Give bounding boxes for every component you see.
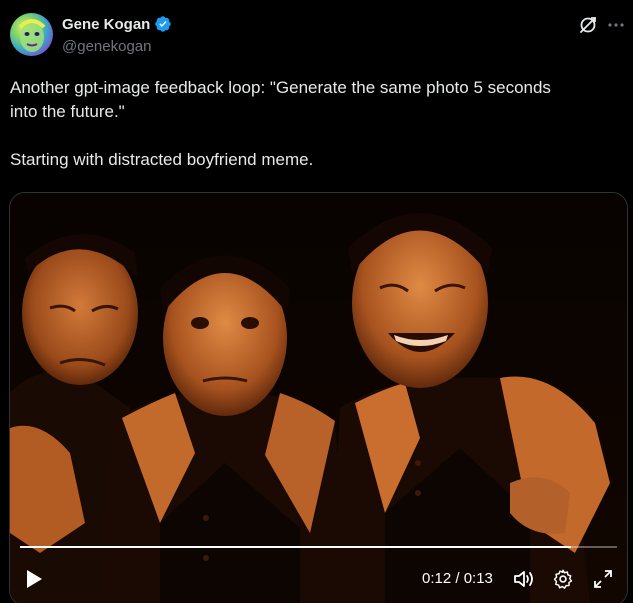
video-progress-fill	[20, 546, 572, 548]
tweet-text: Another gpt-image feedback loop: "Genera…	[10, 78, 551, 169]
avatar-face-icon	[18, 19, 46, 52]
author-display-name[interactable]: Gene Kogan	[62, 16, 150, 33]
video-controls: 0:12 / 0:13	[10, 563, 627, 595]
play-icon[interactable]	[24, 568, 44, 590]
settings-icon[interactable]	[552, 568, 574, 590]
tweet-post: Gene Kogan @genekogan Another gpt-image …	[0, 0, 633, 603]
video-player[interactable]: 0:12 / 0:13	[9, 192, 628, 603]
more-icon[interactable]	[605, 15, 627, 35]
volume-icon[interactable]	[512, 568, 536, 590]
video-time-display: 0:12 / 0:13	[422, 570, 493, 587]
author-handle[interactable]: @genekogan	[62, 38, 151, 55]
verified-badge-icon	[155, 16, 172, 32]
video-progress-bar[interactable]	[20, 546, 617, 548]
fullscreen-icon[interactable]	[592, 568, 614, 590]
grok-icon[interactable]	[578, 15, 598, 35]
video-frame-image	[10, 193, 627, 603]
author-name-row: Gene Kogan	[62, 15, 172, 33]
avatar[interactable]	[10, 13, 53, 56]
